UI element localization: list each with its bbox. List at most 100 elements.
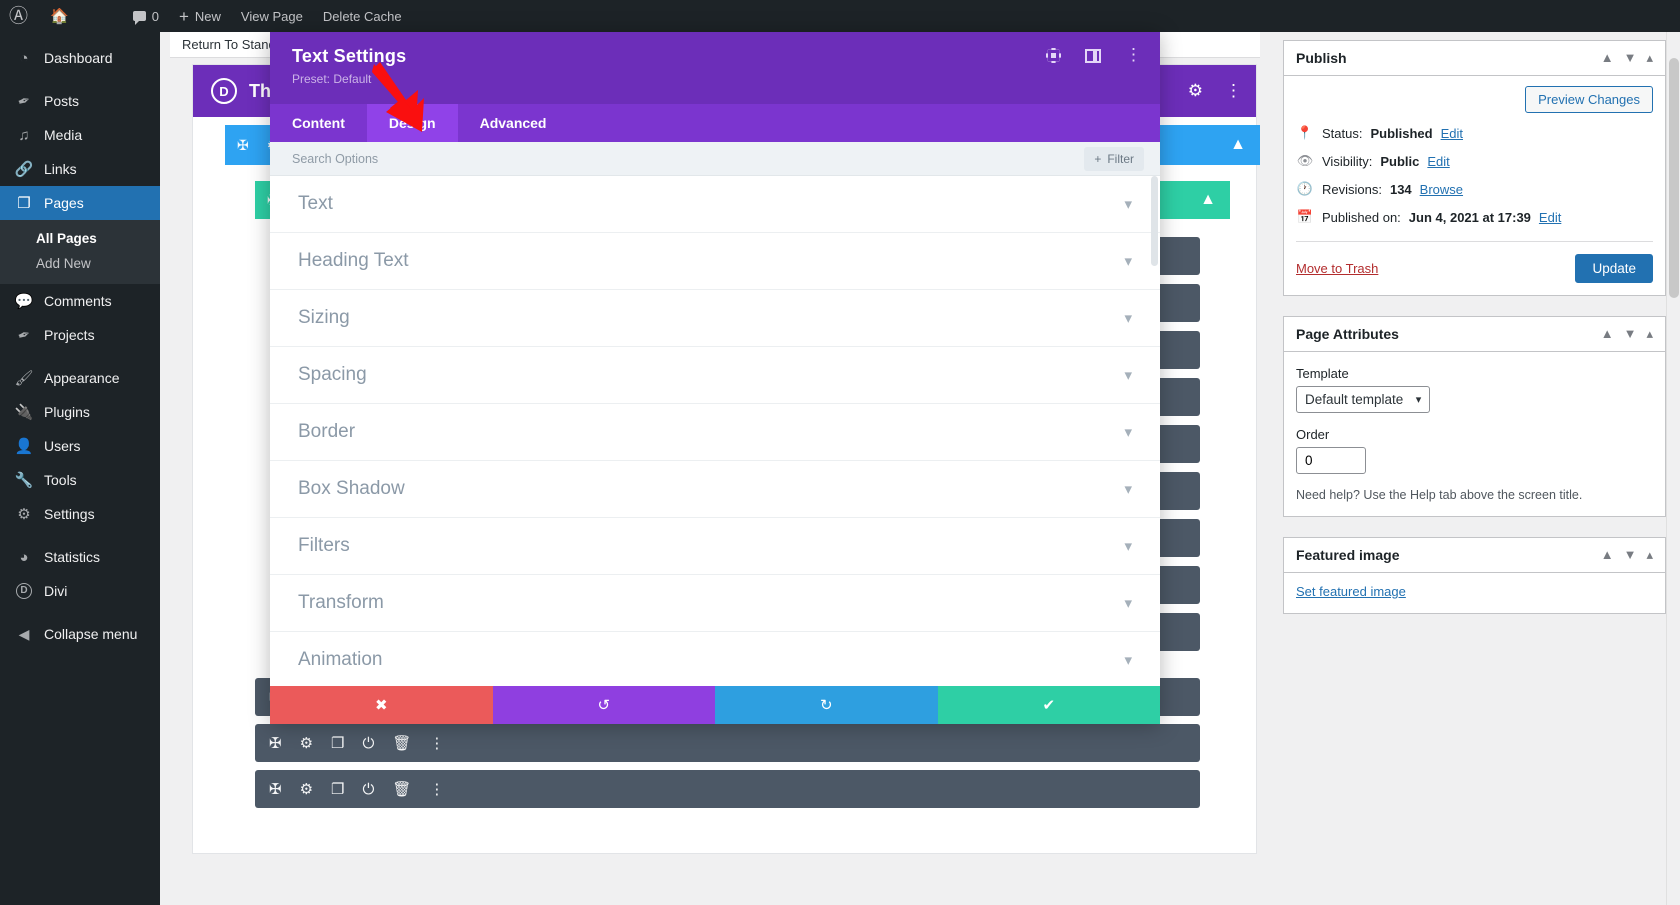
publish-box: Publish ▲ ▼ ▴ Preview Changes 📍 Status: … xyxy=(1283,40,1666,296)
sidebar-item-tools[interactable]: Tools xyxy=(0,463,160,497)
sidebar-item-projects[interactable]: Projects xyxy=(0,318,160,352)
kebab-icon[interactable]: ⋮ xyxy=(1225,81,1242,101)
home-icon[interactable]: 🏠 xyxy=(40,0,79,32)
sidebar-item-statistics[interactable]: Statistics xyxy=(0,540,160,574)
toggle-panel-icon[interactable]: ▴ xyxy=(1646,547,1653,563)
divi-module-row[interactable]: ✠ ⚙ ❐ ⏻ 🗑 ⋮ xyxy=(255,724,1200,762)
update-button[interactable]: Update xyxy=(1575,254,1653,283)
gear-icon[interactable]: ⚙ xyxy=(300,782,313,797)
accordion-section-border[interactable]: Border ▾ xyxy=(270,404,1160,461)
modal-scrollbar[interactable] xyxy=(1151,176,1158,716)
sidebar-item-posts[interactable]: Posts xyxy=(0,84,160,118)
trash-icon[interactable]: 🗑 xyxy=(392,782,411,797)
template-select[interactable]: Default template ▾ xyxy=(1296,386,1431,413)
accordion-section-text[interactable]: Text ▾ xyxy=(270,176,1160,233)
chevron-up-icon[interactable]: ▲ xyxy=(1601,547,1614,563)
sidebar-item-users[interactable]: Users xyxy=(0,429,160,463)
sidebar-item-settings[interactable]: Settings xyxy=(0,497,160,531)
chevron-up-icon[interactable]: ▲ xyxy=(1230,136,1246,154)
tab-advanced[interactable]: Advanced xyxy=(458,104,569,142)
accordion-section-animation[interactable]: Animation ▾ xyxy=(270,632,1160,686)
tab-design[interactable]: Design xyxy=(366,104,458,142)
divi-module-row[interactable]: ✠ ⚙ ❐ ⏻ 🗑 ⋮ xyxy=(255,770,1200,808)
sidebar-item-comments[interactable]: Comments xyxy=(0,284,160,318)
expand-icon[interactable] xyxy=(1046,48,1061,63)
collapse-menu-button[interactable]: Collapse menu xyxy=(0,617,160,651)
wordpress-logo-icon[interactable]: Ⓐ xyxy=(0,0,40,32)
sidebar-item-divi[interactable]: D Divi xyxy=(0,574,160,608)
links-chain-icon xyxy=(12,162,36,177)
panel-layout-icon[interactable] xyxy=(1085,48,1101,63)
move-icon[interactable]: ✠ xyxy=(237,138,249,152)
page-scrollbar[interactable] xyxy=(1666,32,1680,905)
page-scrollbar-thumb[interactable] xyxy=(1669,58,1679,298)
submenu-item-all-pages[interactable]: All Pages xyxy=(0,226,160,251)
posts-pin-icon xyxy=(12,94,36,109)
gear-icon[interactable]: ⚙ xyxy=(300,736,313,751)
chevron-up-icon[interactable]: ▲ xyxy=(1601,50,1614,66)
clock-icon: 🕐 xyxy=(1296,181,1314,196)
preview-changes-button[interactable]: Preview Changes xyxy=(1525,86,1653,113)
accordion-section-box-shadow[interactable]: Box Shadow ▾ xyxy=(270,461,1160,518)
sidebar-item-media[interactable]: Media xyxy=(0,118,160,152)
users-icon xyxy=(12,439,36,454)
accordion-label: Sizing xyxy=(298,307,350,328)
power-icon[interactable]: ⏻ xyxy=(362,782,374,797)
featured-image-box: Featured image ▲ ▼ ▴ Set featured image xyxy=(1283,537,1666,615)
filter-button[interactable]: + Filter xyxy=(1084,146,1144,171)
accordion-section-filters[interactable]: Filters ▾ xyxy=(270,518,1160,575)
gear-icon[interactable]: ⚙ xyxy=(1188,81,1203,101)
sidebar-item-appearance[interactable]: Appearance xyxy=(0,361,160,395)
kebab-icon[interactable]: ⋮ xyxy=(429,736,444,751)
chevron-up-icon[interactable]: ▲ xyxy=(1200,191,1216,209)
comments-count-item[interactable]: 0 xyxy=(123,0,169,32)
redo-button[interactable]: ↻ xyxy=(715,686,938,724)
sidebar-item-dashboard[interactable]: Dashboard xyxy=(0,41,160,75)
trash-icon[interactable]: 🗑 xyxy=(392,736,411,751)
search-options-input[interactable]: Search Options xyxy=(292,152,378,166)
move-icon[interactable]: ✠ xyxy=(269,782,282,797)
tab-content[interactable]: Content xyxy=(270,104,367,142)
chevron-down-icon[interactable]: ▼ xyxy=(1624,50,1637,66)
chevron-down-icon[interactable]: ▼ xyxy=(1624,326,1637,342)
kebab-icon[interactable]: ⋮ xyxy=(1125,46,1142,63)
status-label: Status: xyxy=(1322,125,1363,141)
move-to-trash-link[interactable]: Move to Trash xyxy=(1296,261,1378,276)
order-input[interactable] xyxy=(1296,447,1366,474)
move-icon[interactable]: ✠ xyxy=(269,736,282,751)
power-icon[interactable]: ⏻ xyxy=(362,736,374,751)
kebab-icon[interactable]: ⋮ xyxy=(429,782,444,797)
chevron-down-icon[interactable]: ▼ xyxy=(1624,547,1637,563)
published-on-edit-link[interactable]: Edit xyxy=(1539,210,1561,225)
submenu-item-add-new[interactable]: Add New xyxy=(0,251,160,276)
modal-scrollbar-thumb[interactable] xyxy=(1151,176,1158,266)
delete-cache-item[interactable]: Delete Cache xyxy=(313,0,412,32)
accordion-section-spacing[interactable]: Spacing ▾ xyxy=(270,347,1160,404)
accordion-section-transform[interactable]: Transform ▾ xyxy=(270,575,1160,632)
sidebar-item-links[interactable]: Links xyxy=(0,152,160,186)
visibility-edit-link[interactable]: Edit xyxy=(1427,154,1449,169)
chevron-up-icon[interactable]: ▲ xyxy=(1601,326,1614,342)
duplicate-icon[interactable]: ❐ xyxy=(331,736,344,751)
undo-button[interactable]: ↺ xyxy=(492,686,715,724)
set-featured-image-link[interactable]: Set featured image xyxy=(1296,584,1406,599)
featured-image-header: Featured image ▲ ▼ ▴ xyxy=(1284,538,1665,574)
sidebar-item-plugins[interactable]: Plugins xyxy=(0,395,160,429)
save-button[interactable]: ✔ xyxy=(937,686,1160,724)
accordion-section-heading-text[interactable]: Heading Text ▾ xyxy=(270,233,1160,290)
appearance-brush-icon xyxy=(12,371,36,386)
close-x-icon: ✖ xyxy=(374,697,388,714)
text-settings-modal: Text Settings Preset: Default ⋮ Content … xyxy=(270,32,1160,724)
duplicate-icon[interactable]: ❐ xyxy=(331,782,344,797)
publish-box-header: Publish ▲ ▼ ▴ xyxy=(1284,41,1665,76)
toggle-panel-icon[interactable]: ▴ xyxy=(1646,50,1653,66)
cancel-button[interactable]: ✖ xyxy=(270,686,493,724)
accordion-section-sizing[interactable]: Sizing ▾ xyxy=(270,290,1160,347)
revisions-browse-link[interactable]: Browse xyxy=(1420,182,1463,197)
chevron-down-icon: ▾ xyxy=(1415,394,1422,406)
new-menu-item[interactable]: + New xyxy=(169,0,231,32)
view-page-item[interactable]: View Page xyxy=(231,0,313,32)
status-edit-link[interactable]: Edit xyxy=(1441,126,1463,141)
toggle-panel-icon[interactable]: ▴ xyxy=(1646,326,1653,342)
sidebar-item-pages[interactable]: Pages xyxy=(0,186,160,220)
